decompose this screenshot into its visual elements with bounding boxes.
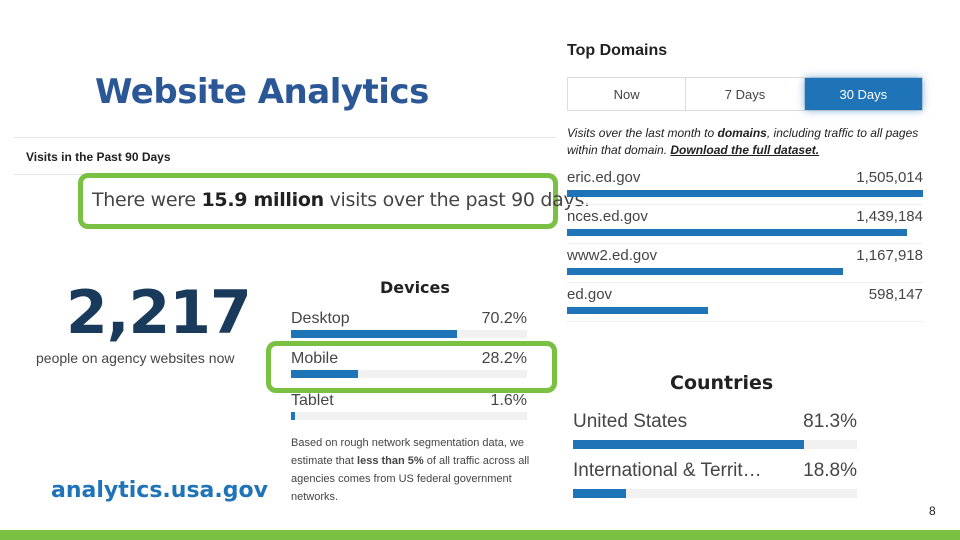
analytics-site-link[interactable]: analytics.usa.gov [51,478,268,503]
device-bar-track [291,412,527,420]
mobile-highlight-box [266,341,557,393]
country-row-international: International & Territ… 18.8% [573,460,857,500]
top-domains-description: Visits over the last month to domains, i… [567,125,923,159]
domain-name[interactable]: eric.ed.gov [567,169,640,186]
domain-visits: 1,505,014 [856,169,923,186]
country-bar-track [573,440,857,449]
domain-name[interactable]: nces.ed.gov [567,208,648,225]
devices-note: Based on rough network segmentation data… [291,434,531,506]
domain-row: www2.ed.gov 1,167,918 [567,244,923,283]
domain-bar [567,229,908,236]
country-percent: 81.3% [803,411,857,432]
visits-summary-suffix: visits over the past 90 days. [323,189,591,211]
tab-now[interactable]: Now [568,78,687,110]
desc-prefix: Visits over the last month to [567,126,718,140]
tab-30-days[interactable]: 30 Days [804,78,922,110]
domain-row: nces.ed.gov 1,439,184 [567,205,923,244]
visits-summary-prefix: There were [92,189,202,211]
device-bar-fill [291,330,457,338]
tab-7-days[interactable]: 7 Days [686,78,805,110]
timeframe-tabs: Now 7 Days 30 Days [567,77,923,111]
download-dataset-link[interactable]: Download the full dataset. [670,143,819,157]
country-label: International & Territ… [573,460,762,481]
visits-total: 15.9 million [201,189,325,211]
devices-note-highlight: less than 5% [357,455,424,467]
domain-name[interactable]: ed.gov [567,286,612,303]
domain-bar [567,268,844,275]
page-number: 8 [929,504,936,518]
domain-visits: 1,167,918 [856,247,923,264]
realtime-users-count: 2,217 [66,278,252,348]
device-label: Desktop [291,310,350,327]
country-label: United States [573,411,688,432]
top-domains-title: Top Domains [567,42,668,59]
country-bar-fill [573,489,627,498]
country-bar-fill [573,440,804,449]
visits-summary: There were 15.9 million visits over the … [92,189,590,211]
domain-visits: 1,439,184 [856,208,923,225]
device-bar-fill [291,412,295,420]
visits-section-header: Visits in the Past 90 Days [14,137,556,175]
desc-bold: domains [717,126,767,140]
domain-visits: 598,147 [868,286,923,303]
domain-name[interactable]: www2.ed.gov [567,247,657,264]
realtime-users-caption: people on agency websites now [36,350,235,366]
country-row-united-states: United States 81.3% [573,411,857,451]
devices-title: Devices [380,278,450,297]
device-row-tablet: Tablet 1.6% [291,392,527,428]
country-percent: 18.8% [803,460,857,481]
slide-title: Website Analytics [95,72,429,112]
countries-title: Countries [670,372,774,394]
device-percent: 70.2% [481,310,527,327]
device-label: Tablet [291,392,334,409]
device-bar-track [291,330,527,338]
device-percent: 1.6% [490,392,527,409]
domain-row: ed.gov 598,147 [567,283,923,322]
domain-bar [567,307,709,314]
country-bar-track [573,489,857,498]
bottom-accent-bar [0,530,960,540]
domain-bar [567,190,923,197]
domain-row: eric.ed.gov 1,505,014 [567,166,923,205]
